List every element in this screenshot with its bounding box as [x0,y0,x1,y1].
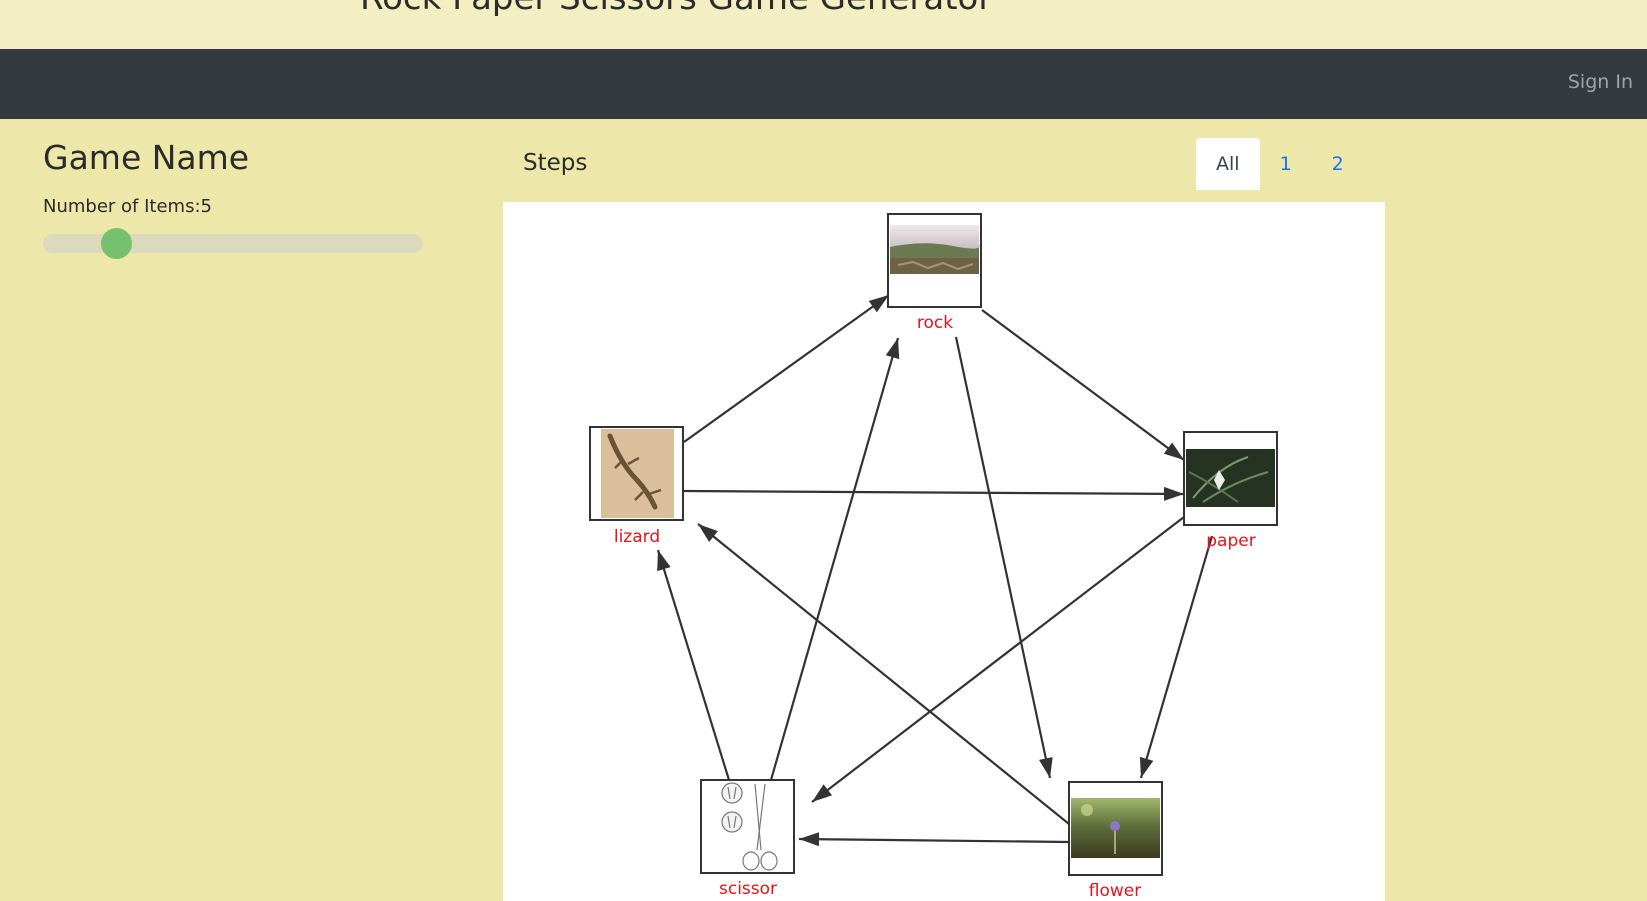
edge-rock-flower [954,336,1053,779]
tab-step-1[interactable]: 1 [1260,138,1312,190]
flower-image [1071,798,1160,858]
node-label-flower: flower [1089,881,1141,901]
steps-tabs: All 1 2 [1196,138,1364,190]
edges [656,294,1214,847]
number-of-items-label: Number of Items:5 [43,196,212,217]
edge-lizard-rock [683,294,890,443]
page-title: Rock Paper Scissors Game Generator [360,0,992,18]
title-bar: Rock Paper Scissors Game Generator [0,0,1647,49]
node-label-scissor: scissor [719,879,777,899]
settings-panel: Game Name Number of Items:5 [43,138,423,259]
items-slider-thumb[interactable] [101,228,132,259]
navbar: Sign In [0,49,1647,119]
node-label-lizard: lizard [614,527,660,547]
sign-in-link[interactable]: Sign In [1568,71,1633,93]
rock-image [890,225,980,274]
edge-scissor-lizard [656,549,731,781]
paper-image [1186,449,1275,507]
node-lizard[interactable]: lizard [589,426,684,547]
lizard-image [601,429,674,518]
node-rock[interactable]: rock [887,213,982,333]
steps-label: Steps [523,150,588,176]
node-label-paper: paper [1206,531,1255,551]
edge-paper-flower [1139,535,1214,779]
node-label-rock: rock [917,313,953,333]
node-flower[interactable]: flower [1068,781,1163,901]
edge-paper-scissor [811,516,1185,803]
items-slider[interactable] [43,228,423,259]
game-graph: rock paper flower scissor lizard [503,202,1385,901]
tab-step-2[interactable]: 2 [1312,138,1364,190]
node-paper[interactable]: paper [1183,431,1278,551]
tab-all[interactable]: All [1196,138,1260,190]
node-scissor[interactable]: scissor [700,779,795,899]
edge-scissor-rock [769,337,900,781]
graph-canvas: rock paper flower scissor lizard [589,213,1278,901]
edge-rock-paper [981,309,1185,461]
game-name-heading: Game Name [43,138,250,177]
edge-flower-scissor [798,832,1070,847]
edge-lizard-paper [683,486,1185,501]
